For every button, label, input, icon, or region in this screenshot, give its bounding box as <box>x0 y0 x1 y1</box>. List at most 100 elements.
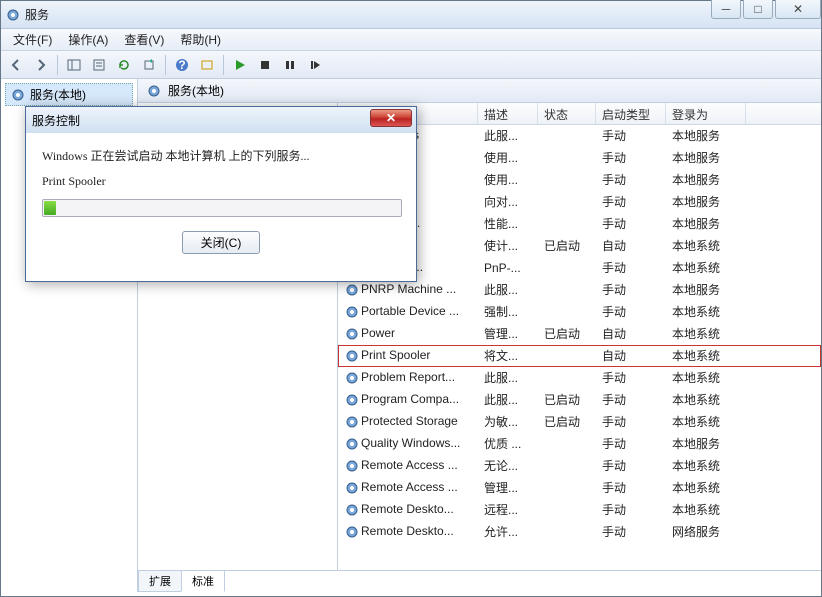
gear-icon <box>344 414 360 430</box>
cell-logon: 本地服务 <box>666 147 746 168</box>
restart-service-button[interactable] <box>304 54 326 76</box>
start-service-button[interactable] <box>229 54 251 76</box>
svg-text:?: ? <box>178 58 185 72</box>
cell-desc: PnP-... <box>478 259 538 277</box>
cell-startup: 手动 <box>596 367 666 388</box>
cell-desc: 向对... <box>478 191 538 212</box>
col-startup[interactable]: 启动类型 <box>596 103 666 124</box>
view-tabs: 扩展 标准 <box>138 570 821 592</box>
cell-desc: 此服... <box>478 279 538 300</box>
menubar: 文件(F) 操作(A) 查看(V) 帮助(H) <box>1 29 821 51</box>
cell-status <box>538 266 596 270</box>
progress-fill <box>44 201 56 215</box>
cell-status <box>538 442 596 446</box>
cell-name: Protected Storage <box>338 412 478 432</box>
cell-logon: 本地系统 <box>666 301 746 322</box>
cell-desc: 使用... <box>478 147 538 168</box>
cell-status: 已启动 <box>538 323 596 344</box>
refresh-button[interactable] <box>113 54 135 76</box>
cell-name: Quality Windows... <box>338 434 478 454</box>
table-row[interactable]: Remote Access ...管理...手动本地系统 <box>338 477 821 499</box>
col-status[interactable]: 状态 <box>538 103 596 124</box>
cell-logon: 本地服务 <box>666 191 746 212</box>
show-hide-tree-button[interactable] <box>63 54 85 76</box>
table-row[interactable]: Portable Device ...强制...手动本地系统 <box>338 301 821 323</box>
maximize-button[interactable]: □ <box>743 0 773 19</box>
gear-icon <box>344 458 360 474</box>
cell-status <box>538 530 596 534</box>
table-row[interactable]: Print Spooler将文...自动本地系统 <box>338 345 821 367</box>
dialog-titlebar[interactable]: 服务控制 ✕ <box>26 107 416 133</box>
cell-startup: 自动 <box>596 323 666 344</box>
cell-status <box>538 376 596 380</box>
stop-service-button[interactable] <box>254 54 276 76</box>
menu-file[interactable]: 文件(F) <box>5 29 60 50</box>
cell-status <box>538 178 596 182</box>
gear-icon <box>344 480 360 496</box>
toolbar-separator <box>165 55 166 75</box>
cell-status: 已启动 <box>538 411 596 432</box>
cell-startup: 手动 <box>596 169 666 190</box>
help-button[interactable]: ? <box>171 54 193 76</box>
cell-name: Remote Deskto... <box>338 500 478 520</box>
cell-startup: 手动 <box>596 411 666 432</box>
menu-action[interactable]: 操作(A) <box>60 29 116 50</box>
cell-logon: 本地系统 <box>666 323 746 344</box>
gear-icon <box>344 370 360 386</box>
table-row[interactable]: Power管理...已启动自动本地系统 <box>338 323 821 345</box>
tab-standard[interactable]: 标准 <box>181 571 225 592</box>
export-button[interactable] <box>138 54 160 76</box>
menu-view[interactable]: 查看(V) <box>116 29 172 50</box>
table-row[interactable]: Problem Report...此服...手动本地系统 <box>338 367 821 389</box>
table-row[interactable]: PNRP Machine ...此服...手动本地服务 <box>338 279 821 301</box>
cell-desc: 此服... <box>478 125 538 146</box>
gear-icon <box>344 304 360 320</box>
close-button[interactable]: ✕ <box>775 0 821 19</box>
cell-startup: 手动 <box>596 257 666 278</box>
col-desc[interactable]: 描述 <box>478 103 538 124</box>
cell-startup: 手动 <box>596 389 666 410</box>
cell-status: 已启动 <box>538 235 596 256</box>
cell-name: Remote Deskto... <box>338 522 478 542</box>
cell-startup: 手动 <box>596 147 666 168</box>
cell-logon: 本地系统 <box>666 345 746 366</box>
back-button[interactable] <box>5 54 27 76</box>
dialog-close-button[interactable]: ✕ <box>370 109 412 127</box>
gear-icon <box>344 436 360 452</box>
window-title: 服务 <box>25 6 817 23</box>
cell-logon: 本地系统 <box>666 455 746 476</box>
table-row[interactable]: Remote Access ...无论...手动本地系统 <box>338 455 821 477</box>
cell-startup: 手动 <box>596 279 666 300</box>
col-logon[interactable]: 登录为 <box>666 103 746 124</box>
dialog-close-action-button[interactable]: 关闭(C) <box>182 231 261 254</box>
pause-service-button[interactable] <box>279 54 301 76</box>
titlebar[interactable]: 服务 ─ □ ✕ <box>1 1 821 29</box>
table-row[interactable]: Protected Storage为敏...已启动手动本地系统 <box>338 411 821 433</box>
table-row[interactable]: Remote Deskto...允许...手动网络服务 <box>338 521 821 543</box>
table-row[interactable]: Quality Windows...优质 ...手动本地服务 <box>338 433 821 455</box>
cell-startup: 手动 <box>596 521 666 542</box>
gear-icon <box>344 502 360 518</box>
nav-item-services-local[interactable]: 服务(本地) <box>5 83 133 106</box>
cell-status <box>538 354 596 358</box>
cell-desc: 此服... <box>478 367 538 388</box>
cell-desc: 为敏... <box>478 411 538 432</box>
cell-startup: 手动 <box>596 301 666 322</box>
properties-button[interactable] <box>88 54 110 76</box>
cell-status <box>538 134 596 138</box>
dialog-service-name: Print Spooler <box>42 174 400 189</box>
forward-button[interactable] <box>30 54 52 76</box>
minimize-button[interactable]: ─ <box>711 0 741 19</box>
tab-extended[interactable]: 扩展 <box>138 571 182 592</box>
cell-logon: 本地系统 <box>666 389 746 410</box>
cell-startup: 自动 <box>596 345 666 366</box>
table-row[interactable]: Remote Deskto...远程...手动本地系统 <box>338 499 821 521</box>
cell-startup: 手动 <box>596 455 666 476</box>
toolbar-icon[interactable] <box>196 54 218 76</box>
cell-status <box>538 486 596 490</box>
cell-status <box>538 222 596 226</box>
main-header: 服务(本地) <box>138 79 821 103</box>
table-row[interactable]: Program Compa...此服...已启动手动本地系统 <box>338 389 821 411</box>
menu-help[interactable]: 帮助(H) <box>172 29 229 50</box>
toolbar-separator <box>57 55 58 75</box>
